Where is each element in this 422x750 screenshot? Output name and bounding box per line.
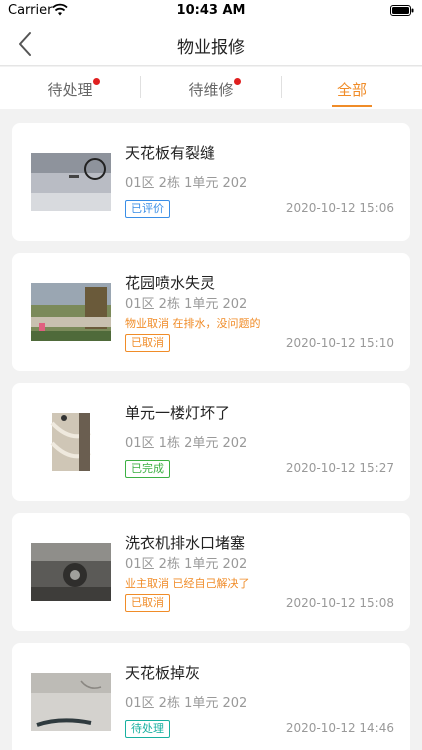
tab-label: 待处理 — [47, 81, 93, 99]
repair-time: 2020-10-12 15:08 — [285, 596, 394, 610]
repair-address: 01区 2栋 1单元 202 — [125, 297, 248, 312]
repair-time: 2020-10-12 14:46 — [285, 721, 394, 735]
repair-title: 单元一楼灯坏了 — [125, 404, 231, 422]
repair-photo — [31, 153, 111, 211]
repair-photo — [31, 673, 111, 731]
tab-pending[interactable]: 待处理 — [0, 67, 140, 109]
status-badge: 已取消 — [125, 334, 170, 352]
tab-all[interactable]: 全部 — [282, 67, 422, 109]
repair-title: 天花板有裂缝 — [125, 144, 216, 162]
tab-label: 待维修 — [188, 81, 234, 99]
status-badge: 已评价 — [125, 200, 170, 218]
cancel-note: 业主取消 已经自己解决了 — [125, 577, 250, 590]
repair-title: 洗衣机排水口堵塞 — [125, 534, 246, 552]
repair-photo — [31, 283, 111, 341]
repair-time: 2020-10-12 15:10 — [285, 336, 394, 350]
repair-time: 2020-10-12 15:27 — [285, 461, 394, 475]
status-badge: 待处理 — [125, 720, 170, 738]
repair-title: 天花板掉灰 — [125, 664, 201, 682]
repair-address: 01区 2栋 1单元 202 — [125, 696, 248, 711]
cancel-note: 物业取消 在排水，没问题的 — [125, 317, 261, 330]
repair-photo — [31, 413, 111, 471]
status-badge: 已取消 — [125, 594, 170, 612]
page-title: 物业报修 — [177, 38, 245, 58]
tab-bar: 待处理 待维修 全部 — [0, 67, 422, 109]
repair-address: 01区 2栋 1单元 202 — [125, 176, 248, 191]
tab-label: 全部 — [336, 81, 367, 99]
tab-to-repair[interactable]: 待维修 — [141, 67, 281, 109]
active-tab-indicator — [332, 105, 372, 107]
repair-card[interactable]: 天花板掉灰 01区 2栋 1单元 202 待处理 2020-10-12 14:4… — [12, 643, 410, 750]
notification-dot-icon — [93, 78, 100, 85]
nav-bar: 物业报修 — [0, 22, 422, 66]
repair-card[interactable]: 单元一楼灯坏了 01区 1栋 2单元 202 已完成 2020-10-12 15… — [12, 383, 410, 501]
status-time: 10:43 AM — [176, 3, 246, 18]
notification-dot-icon — [234, 78, 241, 85]
battery-icon — [390, 5, 414, 16]
repair-card[interactable]: 天花板有裂缝 01区 2栋 1单元 202 已评价 2020-10-12 15:… — [12, 123, 410, 241]
status-badge: 已完成 — [125, 460, 170, 478]
repair-address: 01区 2栋 1单元 202 — [125, 557, 248, 572]
repair-card[interactable]: 洗衣机排水口堵塞 01区 2栋 1单元 202 业主取消 已经自己解决了 已取消… — [12, 513, 410, 631]
repair-address: 01区 1栋 2单元 202 — [125, 436, 248, 451]
repair-photo — [31, 543, 111, 601]
repair-title: 花园喷水失灵 — [125, 274, 216, 292]
repair-card[interactable]: 花园喷水失灵 01区 2栋 1单元 202 物业取消 在排水，没问题的 已取消 … — [12, 253, 410, 371]
repair-time: 2020-10-12 15:06 — [285, 201, 394, 215]
status-bar: Carrier 10:43 AM — [0, 0, 422, 22]
